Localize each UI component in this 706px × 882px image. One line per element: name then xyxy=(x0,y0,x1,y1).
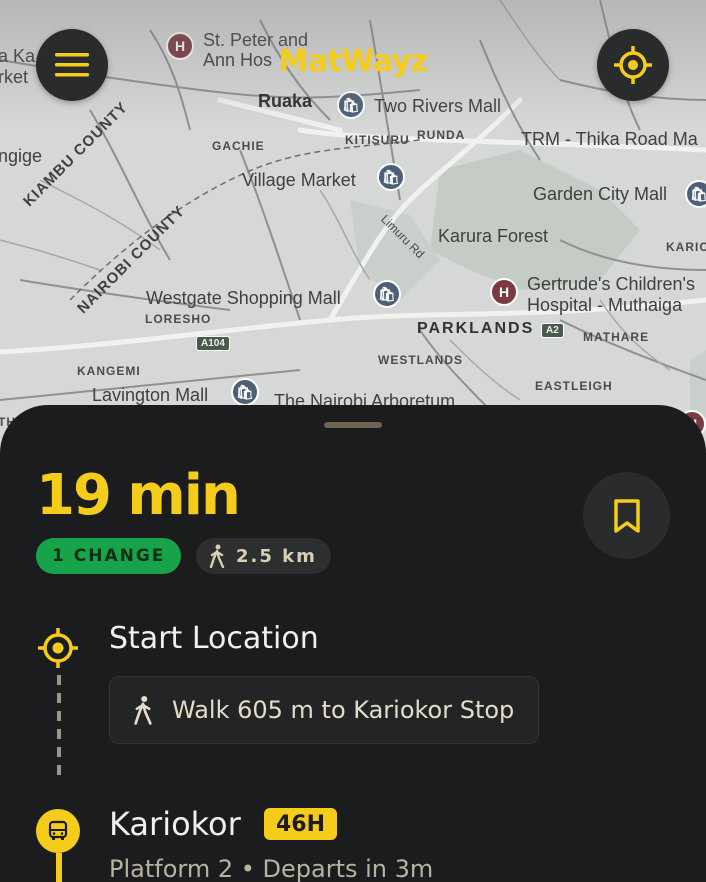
map-label-gertrudes-1: Gertrude's Children's xyxy=(527,274,695,294)
map-label-runda: RUNDA xyxy=(417,128,466,142)
map-label-westlands: WESTLANDS xyxy=(378,353,463,367)
mall-pin-icon[interactable]: 🛍 xyxy=(231,378,259,406)
map-label-kitisuru: KITISURU xyxy=(345,133,410,147)
road-badge-a2: A2 xyxy=(541,323,564,338)
map-label-trm: TRM - Thika Road Ma xyxy=(521,129,698,149)
mall-pin-icon[interactable]: 🛍 xyxy=(373,280,401,308)
locate-me-button[interactable] xyxy=(597,29,669,101)
map-label-left-ngige: ngige xyxy=(0,146,43,166)
map-label-garden-city: Garden City Mall xyxy=(533,184,668,204)
map-label-two-rivers: Two Rivers Mall xyxy=(374,96,502,116)
walking-person-icon xyxy=(209,544,225,568)
stop-name: Kariokor xyxy=(109,805,241,843)
mall-pin-icon[interactable]: 🛍 xyxy=(337,91,365,119)
map-label-loresho: LORESHO xyxy=(145,312,212,326)
hospital-pin-icon[interactable]: H xyxy=(490,278,518,306)
trip-duration: 19 min xyxy=(36,463,241,528)
map-label-gertrudes-2: Hospital - Muthaiga xyxy=(527,295,683,315)
bus-icon xyxy=(48,820,68,840)
trip-details-sheet[interactable]: 19 min 1 CHANGE 2.5 km Start Location Wa… xyxy=(0,405,706,882)
map-label-ruaka: Ruaka xyxy=(258,91,313,111)
bus-segment-line xyxy=(56,853,62,882)
walking-segment-line xyxy=(57,675,61,783)
walking-person-icon xyxy=(134,695,152,725)
walk-instruction-text: Walk 605 m to Kariokor Stop xyxy=(172,696,515,724)
target-icon xyxy=(38,628,78,668)
map-label-eastleigh: EASTLEIGH xyxy=(535,379,613,393)
bus-stop-marker xyxy=(36,809,80,853)
map-label-lavington: Lavington Mall xyxy=(92,385,209,405)
bookmark-button[interactable] xyxy=(583,472,670,559)
stop-departure-detail: Platform 2 • Departs in 3m xyxy=(109,855,434,882)
bookmark-icon xyxy=(613,498,640,533)
walk-distance-value: 2.5 km xyxy=(236,545,317,567)
walk-distance-badge: 2.5 km xyxy=(196,538,331,574)
map-label-kangemi: KANGEMI xyxy=(77,364,141,378)
mall-pin-icon[interactable]: 🛍 xyxy=(685,180,706,208)
map-label-village-market: Village Market xyxy=(242,170,356,190)
map-label-westgate: Westgate Shopping Mall xyxy=(146,288,341,308)
map-label-mathare: MATHARE xyxy=(583,330,650,344)
mall-pin-icon[interactable]: 🛍 xyxy=(377,163,405,191)
map-label-kario: KARIO xyxy=(666,240,706,254)
map-label-gachie: GACHIE xyxy=(212,139,265,153)
start-location-title: Start Location xyxy=(109,621,319,656)
sheet-drag-handle[interactable] xyxy=(324,422,382,428)
road-badge-a104: A104 xyxy=(196,336,230,351)
route-badge[interactable]: 46H xyxy=(264,808,338,840)
crosshair-icon xyxy=(614,46,652,84)
walk-instruction-card[interactable]: Walk 605 m to Kariokor Stop xyxy=(109,676,540,744)
map-label-parklands: PARKLANDS xyxy=(417,320,535,337)
changes-badge: 1 CHANGE xyxy=(36,538,182,574)
map-label-karura-forest: Karura Forest xyxy=(438,226,549,246)
